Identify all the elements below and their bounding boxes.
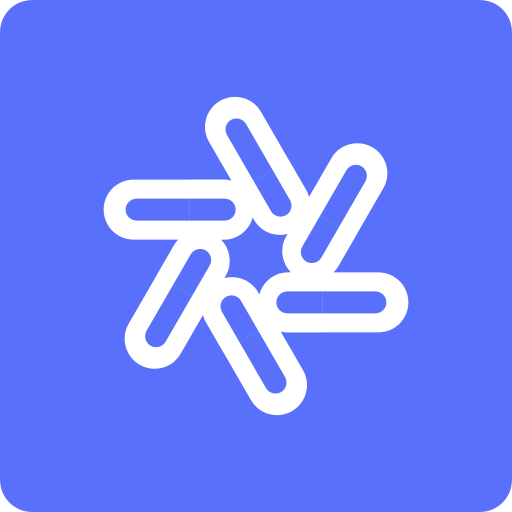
icon-background [0, 0, 512, 512]
app-icon-graphic [0, 0, 512, 512]
app-icon [0, 0, 512, 512]
